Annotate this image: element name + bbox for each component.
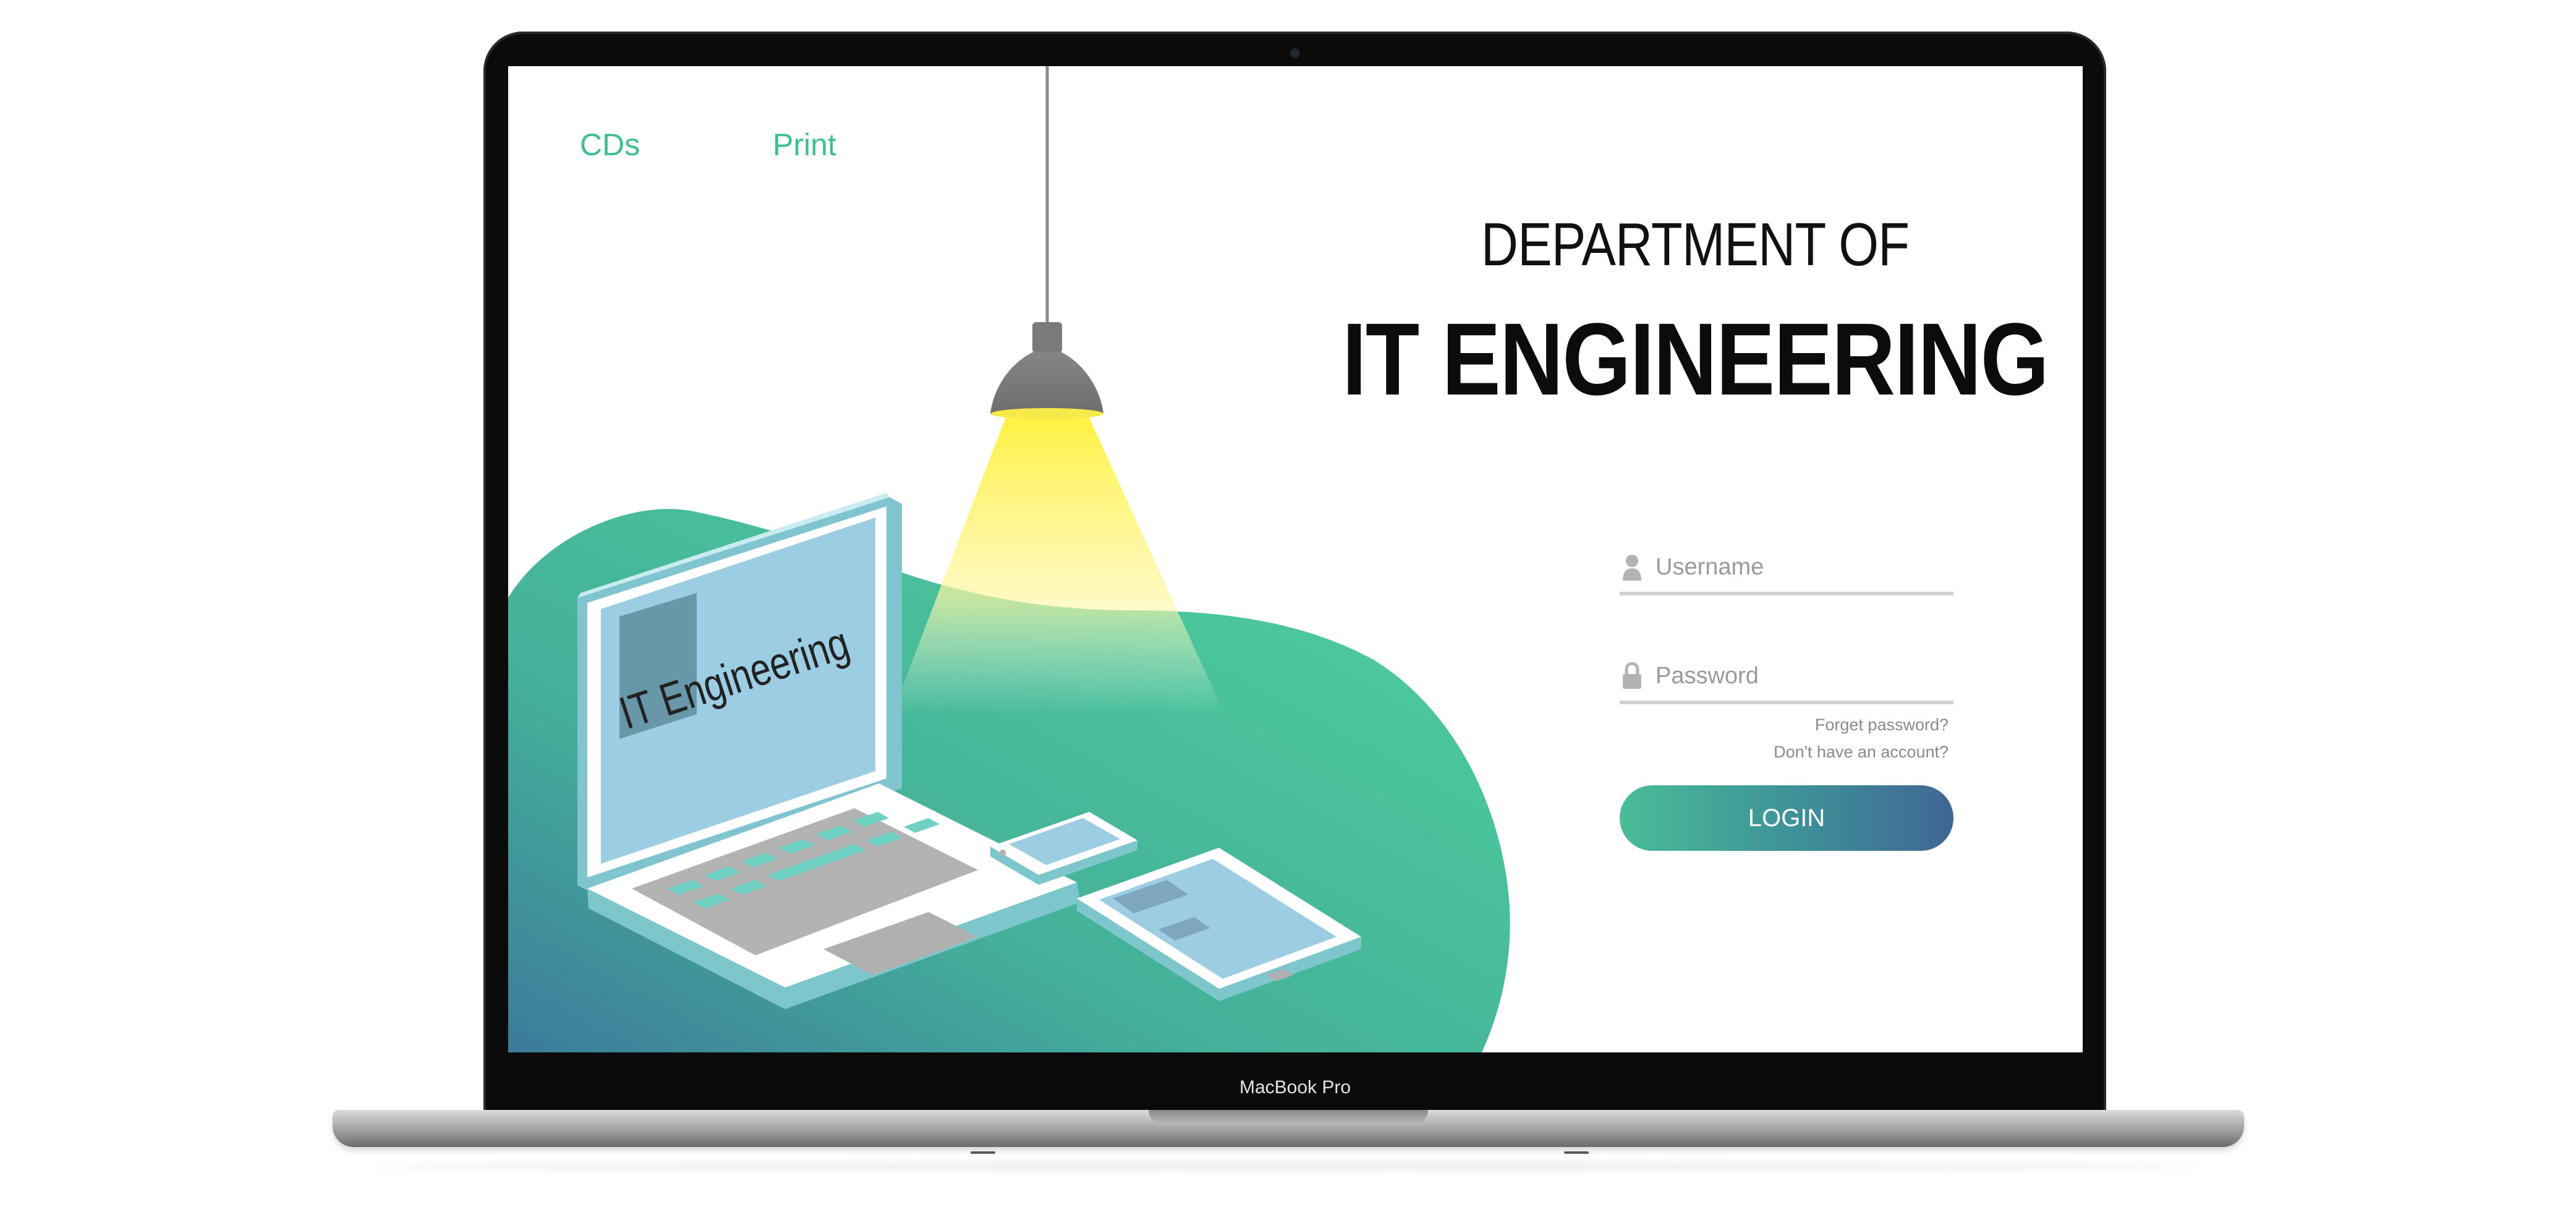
lock-icon [1620, 661, 1644, 691]
username-input[interactable] [1656, 553, 1940, 581]
department-heading: DEPARTMENT OF [1481, 210, 1910, 278]
camera-icon [1291, 49, 1299, 57]
laptop-foot [1564, 1151, 1589, 1154]
laptop-foot [971, 1151, 995, 1154]
login-button[interactable]: LOGIN [1620, 785, 1953, 851]
nav-link-cds[interactable]: CDs [580, 127, 640, 163]
lamp-icon [990, 322, 1103, 419]
lamp-light-beam [891, 412, 1225, 715]
signup-link[interactable]: Don't have an account? [1774, 743, 1949, 762]
nav-link-print[interactable]: Print [773, 127, 836, 163]
forgot-password-link[interactable]: Forget password? [1815, 715, 1949, 735]
username-field [1620, 542, 1953, 595]
password-input[interactable] [1656, 662, 1940, 689]
laptop-screen: IT Engineering CDs Print DEPARTMENT OF I… [508, 66, 2083, 1052]
user-icon [1620, 552, 1644, 582]
device-label: MacBook Pro [1239, 1077, 1351, 1098]
page-title: IT ENGINEERING [1342, 302, 2049, 417]
password-field [1620, 651, 1953, 704]
laptop-notch [1149, 1110, 1428, 1125]
laptop-shadow [371, 1162, 2201, 1170]
